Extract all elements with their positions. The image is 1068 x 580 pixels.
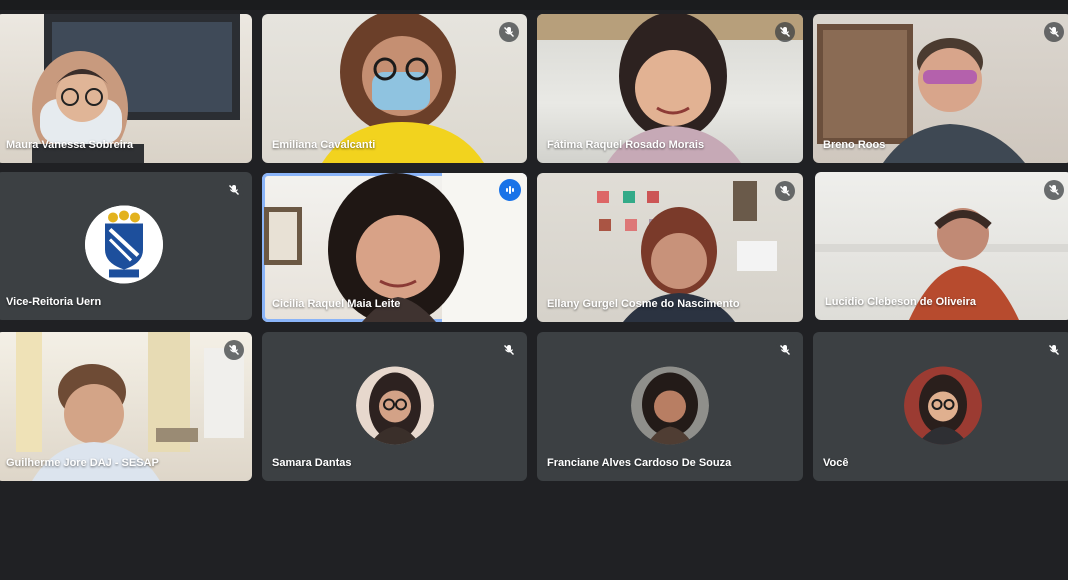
uern-crest-icon [85,205,163,284]
mic-off-icon [1044,22,1064,42]
profile-photo [903,365,982,444]
mic-off-icon [775,181,795,201]
participant-name: Ellany Gurgel Cosme do Nascimento [547,298,740,310]
participant-name: Breno Roos [823,139,886,151]
participant-name: Emiliana Cavalcanti [272,139,376,151]
participant-name: Franciane Alves Cardoso De Souza [547,457,732,469]
participant-tile[interactable]: Maura Vanessa Sobreira [0,14,252,163]
participant-tile[interactable]: Ellany Gurgel Cosme do Nascimento [537,173,803,322]
mic-off-icon [775,340,795,360]
mic-off-icon [499,22,519,42]
participant-name: Maura Vanessa Sobreira [6,139,134,151]
mic-off-icon [499,340,519,360]
participant-tile[interactable]: Você [813,332,1068,481]
participant-tile-active-speaker[interactable]: Cicilia Raquel Maia Leite [262,173,527,322]
participant-tile[interactable]: Vice-Reitoria Uern [0,172,252,320]
bottom-toolbar-area [0,488,1068,580]
participant-tile[interactable]: Samara Dantas [262,332,527,481]
participant-tile[interactable]: Fátima Raquel Rosado Morais [537,14,803,163]
participant-tile[interactable]: Emiliana Cavalcanti [262,14,527,163]
mic-off-icon [224,340,244,360]
participant-name: Guilherme Jore DAJ - SESAP [6,457,159,469]
participant-name: Lucidio Clebeson de Oliveira [825,296,976,308]
participant-name: Vice-Reitoria Uern [6,296,102,308]
participant-tile[interactable]: Guilherme Jore DAJ - SESAP [0,332,252,481]
mic-off-icon [1044,180,1064,200]
participant-tile[interactable]: Breno Roos [813,14,1068,163]
profile-photo [355,365,434,444]
profile-photo [631,365,709,444]
top-strip [0,0,1068,10]
participant-name: Cicilia Raquel Maia Leite [272,298,401,310]
mic-off-icon [224,180,244,200]
participant-name: Fátima Raquel Rosado Morais [547,139,705,151]
meeting-grid: Maura Vanessa Sobreira Emiliana Cavalcan… [0,0,1068,580]
participant-name: Você [823,457,849,469]
speaking-indicator-icon [499,179,521,201]
participant-tile[interactable]: Lucidio Clebeson de Oliveira [815,172,1068,320]
mic-off-icon [1044,340,1064,360]
participant-tile[interactable]: Franciane Alves Cardoso De Souza [537,332,803,481]
participant-name: Samara Dantas [272,457,352,469]
mic-off-icon [775,22,795,42]
